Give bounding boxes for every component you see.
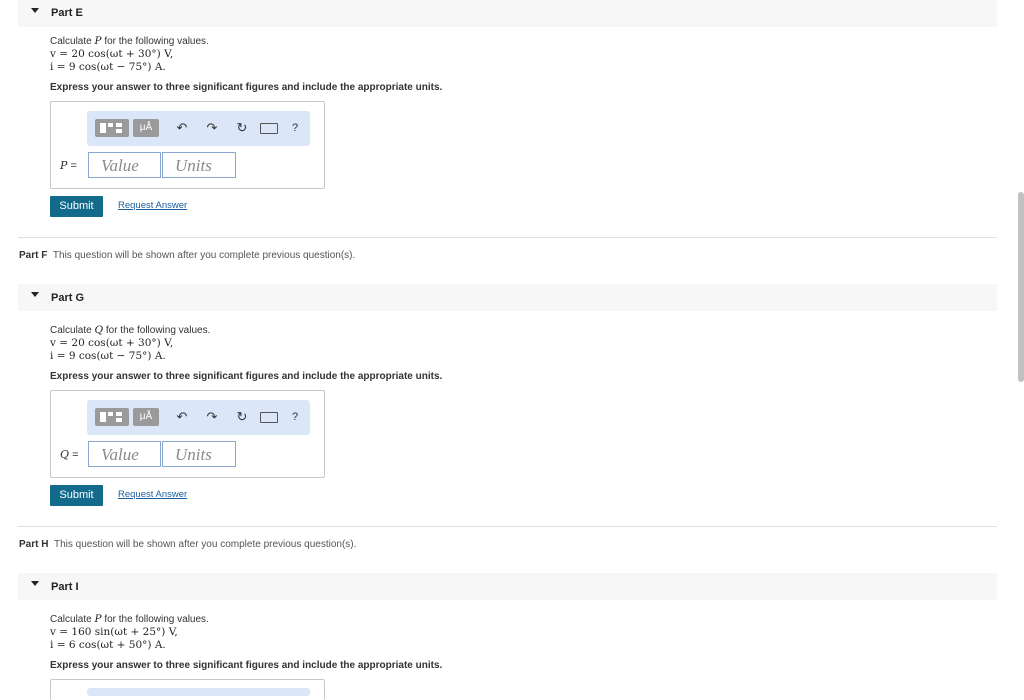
undo-icon[interactable]: ↶ [174,119,190,137]
part-f-label: Part F [19,250,48,261]
part-i-header[interactable]: Part I [18,573,997,600]
keyboard-icon[interactable] [260,412,278,423]
submit-button[interactable]: Submit [50,485,103,506]
part-f-row: Part F This question will be shown after… [19,250,355,261]
current-equation: i = 9 cos(ωt − 75°) A. [50,61,166,73]
part-e-label: Part E [51,7,83,19]
answer-box [50,679,325,700]
math-toolbar: μÅ ↶ ↷ ↻ ? [87,111,310,146]
answer-variable-label: P = [60,159,77,172]
part-e-prompt: Calculate P for the following values. [50,35,209,47]
instructions: Express your answer to three significant… [50,82,443,93]
math-toolbar [87,688,310,696]
answer-variable-label: Q = [60,448,79,461]
part-f-locked-text: This question will be shown after you co… [52,250,356,261]
prompt-text: Calculate [50,325,95,336]
value-input[interactable]: Value [88,441,161,467]
value-input[interactable]: Value [88,152,161,178]
part-i-prompt: Calculate P for the following values. [50,613,209,625]
help-icon[interactable]: ? [287,119,303,137]
instructions: Express your answer to three significant… [50,660,443,671]
voltage-equation: v = 160 sin(ωt + 25°) V, [50,626,178,638]
redo-icon[interactable]: ↷ [204,119,220,137]
prompt-text: for the following values. [101,614,209,625]
units-input[interactable]: Units [162,441,236,467]
voltage-equation: v = 20 cos(ωt + 30°) V, [50,48,174,60]
units-button[interactable]: μÅ [133,119,159,137]
instructions: Express your answer to three significant… [50,371,443,382]
collapse-triangle-icon[interactable] [31,292,39,297]
part-h-label: Part H [19,539,49,550]
prompt-variable: P [94,613,102,625]
var-symbol: Q [60,448,70,461]
prompt-variable: P [94,35,102,47]
prompt-text: Calculate [50,614,95,625]
part-g-label: Part G [51,292,85,304]
help-icon[interactable]: ? [287,408,303,426]
part-i-label: Part I [51,581,79,593]
redo-icon[interactable]: ↷ [204,408,220,426]
answer-box: μÅ ↶ ↷ ↻ ? P = Value Units [50,101,325,189]
reset-icon[interactable]: ↻ [234,408,250,426]
voltage-equation: v = 20 cos(ωt + 30°) V, [50,337,174,349]
request-answer-link[interactable]: Request Answer [118,489,187,500]
reset-icon[interactable]: ↻ [234,119,250,137]
collapse-triangle-icon[interactable] [31,581,39,586]
current-equation: i = 9 cos(ωt − 75°) A. [50,350,166,362]
prompt-text: Calculate [50,36,95,47]
submit-button[interactable]: Submit [50,196,103,217]
math-toolbar: μÅ ↶ ↷ ↻ ? [87,400,310,435]
units-input[interactable]: Units [162,152,236,178]
divider [18,237,997,238]
collapse-triangle-icon[interactable] [31,8,39,13]
units-button[interactable]: μÅ [133,408,159,426]
keyboard-icon[interactable] [260,123,278,134]
prompt-text: for the following values. [103,325,211,336]
divider [18,526,997,527]
answer-box: μÅ ↶ ↷ ↻ ? Q = Value Units [50,390,325,478]
scrollbar-thumb[interactable] [1018,192,1024,382]
part-g-header[interactable]: Part G [18,284,997,311]
prompt-variable: Q [94,324,104,336]
current-equation: i = 6 cos(ωt + 50°) A. [50,639,166,651]
part-e-header[interactable]: Part E [18,0,997,27]
equals-sign: = [69,449,79,461]
request-answer-link[interactable]: Request Answer [118,200,187,211]
templates-icon[interactable] [95,119,129,137]
prompt-text: for the following values. [101,36,209,47]
part-h-row: Part H This question will be shown after… [19,539,356,550]
equals-sign: = [67,160,77,172]
undo-icon[interactable]: ↶ [174,408,190,426]
part-g-prompt: Calculate Q for the following values. [50,324,210,336]
part-h-locked-text: This question will be shown after you co… [54,539,357,550]
templates-icon[interactable] [95,408,129,426]
